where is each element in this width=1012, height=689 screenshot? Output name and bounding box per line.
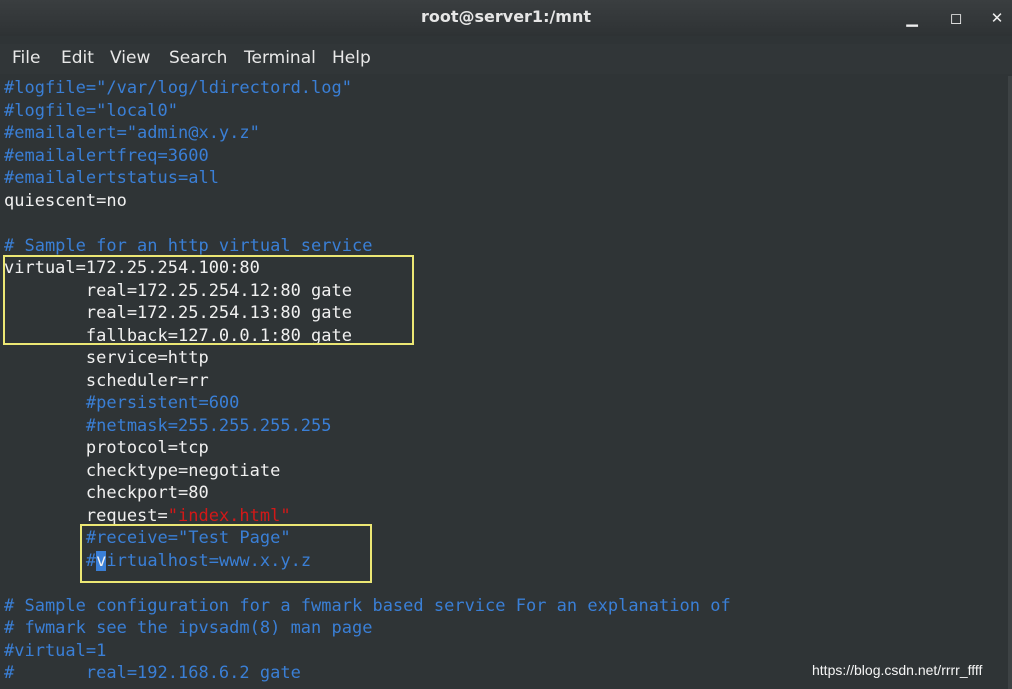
terminal-line: #logfile="/var/log/ldirectord.log" [4, 78, 352, 98]
terminal-line: service=http [4, 348, 209, 368]
watermark: https://blog.csdn.net/rrrr_ffff [812, 662, 983, 678]
terminal-line: protocol=tcp [4, 438, 209, 458]
request-key: request= [4, 506, 168, 526]
highlight-box-real-servers [3, 255, 414, 345]
terminal-line: #emailalertfreq=3600 [4, 146, 209, 166]
terminal-line: checktype=negotiate [4, 461, 281, 481]
terminal-line: # Sample for an http virtual service [4, 236, 373, 256]
scrollbar[interactable] [1008, 76, 1012, 689]
minimize-icon[interactable]: ▁ [900, 6, 924, 30]
terminal-line: #emailalert="admin@x.y.z" [4, 123, 260, 143]
terminal-line: #logfile="local0" [4, 101, 178, 121]
menu-edit[interactable]: Edit [61, 48, 94, 68]
terminal-line: # real=192.168.6.2 gate [4, 663, 301, 683]
window-title: root@server1:/mnt [420, 7, 592, 26]
menu-file[interactable]: File [12, 48, 40, 68]
terminal-line: #emailalertstatus=all [4, 168, 219, 188]
menu-bar: File Edit View Search Terminal Help [0, 44, 1012, 74]
terminal-line: # Sample configuration for a fwmark base… [4, 596, 731, 616]
terminal-line: quiescent=no [4, 191, 127, 211]
title-bar[interactable]: root@server1:/mnt ▁ ◻ ✕ [0, 0, 1012, 36]
menu-terminal[interactable]: Terminal [244, 48, 316, 68]
request-value: "index.html" [167, 506, 291, 526]
terminal-window: root@server1:/mnt ▁ ◻ ✕ File Edit View S… [0, 0, 1012, 689]
maximize-icon[interactable]: ◻ [944, 6, 968, 30]
close-icon[interactable]: ✕ [985, 6, 1009, 30]
terminal-line: #virtual=1 [4, 641, 107, 661]
menu-view[interactable]: View [110, 48, 150, 68]
terminal-line: checkport=80 [4, 483, 209, 503]
terminal-line: # fwmark see the ipvsadm(8) man page [4, 618, 373, 638]
terminal-content[interactable]: #logfile="/var/log/ldirectord.log" #logf… [0, 76, 1008, 689]
terminal-line: scheduler=rr [4, 371, 209, 391]
menu-help[interactable]: Help [332, 48, 371, 68]
terminal-line: #netmask=255.255.255.255 [4, 416, 332, 436]
highlight-box-commented-options [80, 524, 372, 583]
terminal-line: #persistent=600 [4, 393, 240, 413]
menu-search[interactable]: Search [169, 48, 227, 68]
